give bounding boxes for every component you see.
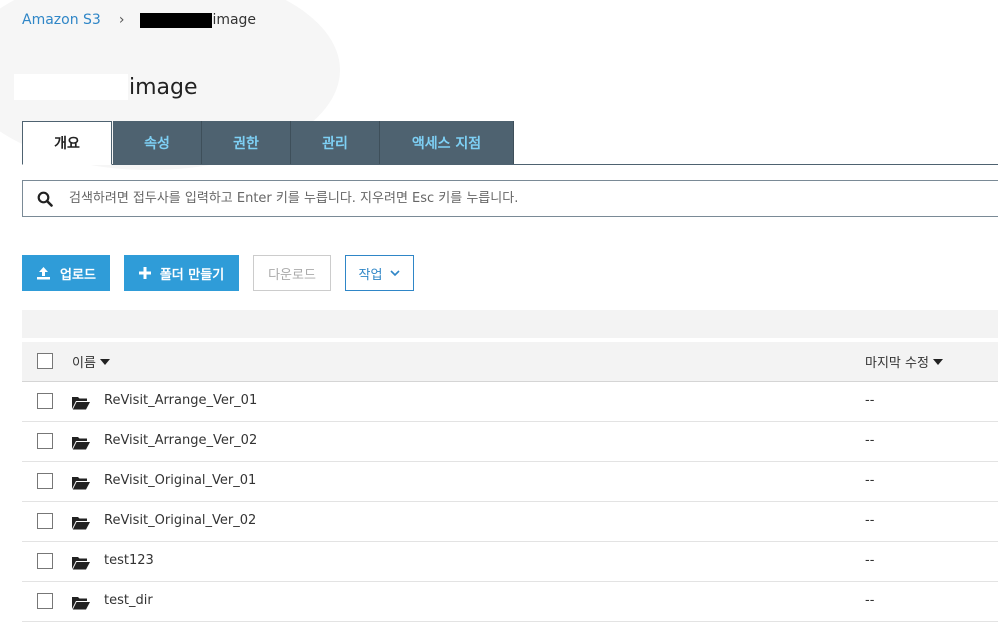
folder-open-icon: [72, 395, 90, 414]
folder-name-link[interactable]: test_dir: [104, 593, 153, 608]
chevron-right-icon: ›: [118, 12, 125, 28]
upload-icon: [36, 266, 51, 280]
tab-permissions[interactable]: 권한: [202, 121, 291, 164]
last-modified-value: --: [865, 513, 875, 528]
tab-label: 액세스 지점: [411, 135, 482, 152]
select-all-checkbox[interactable]: [37, 353, 53, 369]
folder-open-icon: [72, 515, 90, 534]
row-checkbox[interactable]: [37, 593, 53, 609]
tab-label: 관리: [322, 135, 348, 152]
column-header-last-modified-label: 마지막 수정: [865, 356, 929, 371]
chevron-down-icon: [390, 269, 401, 277]
last-modified-value: --: [865, 553, 875, 568]
redacted-bucket-name: [14, 74, 128, 100]
row-checkbox[interactable]: [37, 473, 53, 489]
create-folder-button[interactable]: 폴더 만들기: [124, 255, 239, 291]
tab-access-points[interactable]: 액세스 지점: [380, 121, 514, 164]
row-checkbox[interactable]: [37, 393, 53, 409]
actions-dropdown-label: 작업: [358, 267, 383, 283]
folder-name-link[interactable]: ReVisit_Original_Ver_02: [104, 513, 256, 528]
upload-button[interactable]: 업로드: [22, 255, 110, 291]
last-modified-value: --: [865, 433, 875, 448]
row-checkbox[interactable]: [37, 513, 53, 529]
folder-name-link[interactable]: ReVisit_Arrange_Ver_02: [104, 433, 257, 448]
actions-dropdown[interactable]: 작업: [345, 255, 414, 291]
search-icon: [23, 191, 67, 207]
tab-overview[interactable]: 개요: [22, 121, 112, 165]
folder-open-icon: [72, 555, 90, 574]
table-row[interactable]: ReVisit_Arrange_Ver_01 --: [22, 382, 998, 422]
download-button-label: 다운로드: [268, 267, 316, 283]
folder-name-link[interactable]: test123: [104, 553, 154, 568]
redacted-bucket-name: [140, 12, 213, 28]
tab-label: 권한: [233, 135, 259, 152]
plus-icon: [138, 267, 151, 279]
search-input[interactable]: [67, 190, 998, 207]
row-checkbox[interactable]: [37, 433, 53, 449]
column-header-last-modified[interactable]: 마지막 수정: [865, 352, 943, 371]
table-row[interactable]: test_dir --: [22, 582, 998, 622]
breadcrumb-current: image: [212, 12, 257, 28]
folder-open-icon: [72, 435, 90, 454]
column-header-name-label: 이름: [72, 356, 96, 371]
tab-bar: 개요 속성 권한 관리 액세스 지점: [22, 121, 998, 165]
table-row[interactable]: ReVisit_Arrange_Ver_02 --: [22, 422, 998, 462]
table-row[interactable]: test123 --: [22, 542, 998, 582]
last-modified-value: --: [865, 593, 875, 608]
tab-label: 속성: [144, 135, 170, 152]
tab-management[interactable]: 관리: [291, 121, 380, 164]
create-folder-button-label: 폴더 만들기: [159, 267, 225, 283]
page-title-text: image: [129, 74, 198, 100]
folder-name-link[interactable]: ReVisit_Original_Ver_01: [104, 473, 256, 488]
folder-open-icon: [72, 475, 90, 494]
search-bar: [22, 180, 998, 217]
table-header: 이름 마지막 수정: [22, 342, 998, 382]
breadcrumb: Amazon S3 › image: [22, 10, 256, 30]
sort-caret-icon: [932, 358, 943, 365]
row-checkbox[interactable]: [37, 553, 53, 569]
folder-name-link[interactable]: ReVisit_Arrange_Ver_01: [104, 393, 257, 408]
download-button[interactable]: 다운로드: [253, 255, 331, 291]
table-row[interactable]: ReVisit_Original_Ver_01 --: [22, 462, 998, 502]
upload-button-label: 업로드: [60, 267, 96, 283]
tab-properties[interactable]: 속성: [113, 121, 202, 164]
folder-open-icon: [72, 595, 90, 614]
table-row[interactable]: ReVisit_Original_Ver_02 --: [22, 502, 998, 542]
last-modified-value: --: [865, 473, 875, 488]
table-toolbar-band: [22, 310, 998, 338]
column-header-name[interactable]: 이름: [72, 352, 110, 371]
last-modified-value: --: [865, 393, 875, 408]
sort-caret-icon: [99, 358, 110, 365]
breadcrumb-root-link[interactable]: Amazon S3: [22, 12, 101, 28]
page-title: image: [14, 72, 198, 102]
tab-label: 개요: [54, 136, 80, 152]
